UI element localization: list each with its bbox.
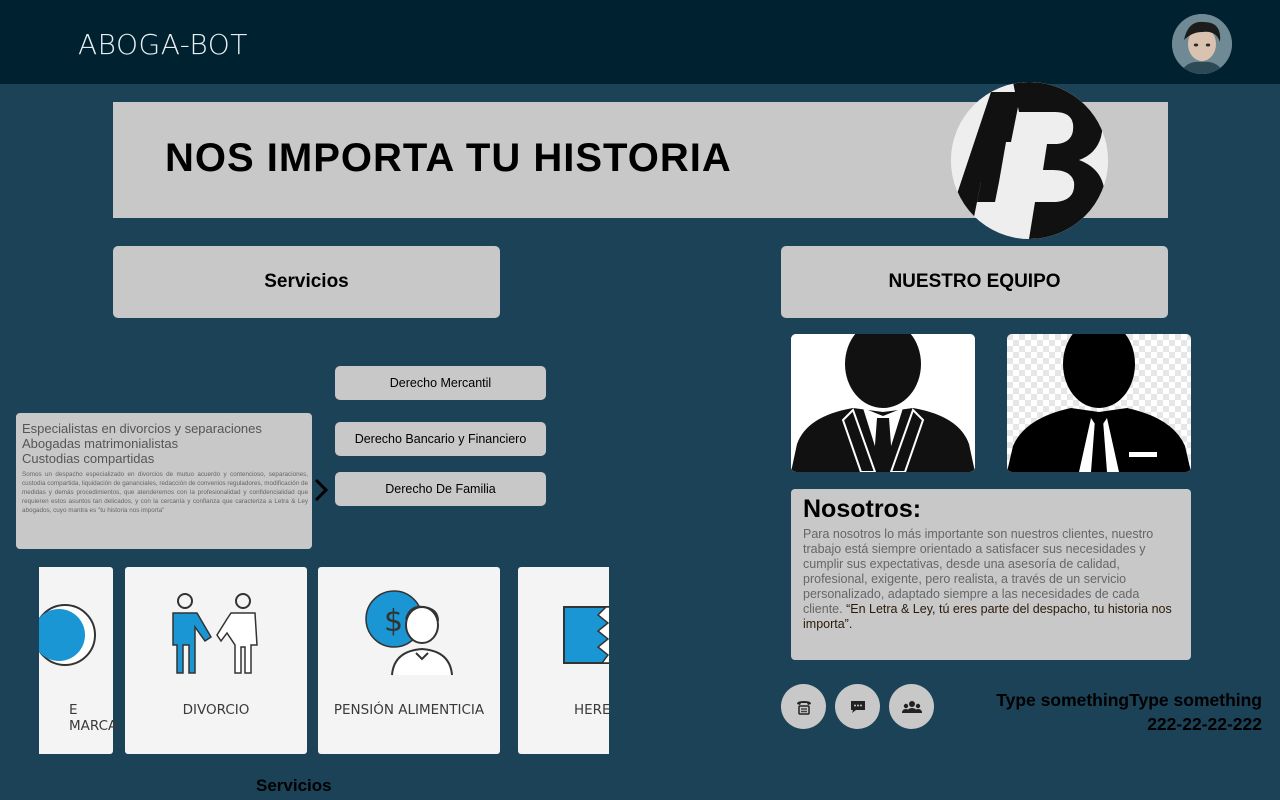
- divorce-icon: [172, 593, 258, 674]
- services-carousel[interactable]: E MARCA DIVORCIO $ PENSIÓN ALIMENTICIA H…: [39, 567, 609, 755]
- about-title: Nosotros:: [803, 495, 922, 523]
- about-quote: “En Letra & Ley, tú eres parte del despa…: [803, 602, 1172, 631]
- service-card-label: PENSIÓN ALIMENTICIA: [333, 702, 485, 718]
- service-card-herencia[interactable]: HERE: [518, 567, 609, 754]
- service-card-label: HERE: [574, 702, 609, 718]
- top-bar: ABOGA-BOT: [0, 0, 1280, 84]
- service-button-mercantil[interactable]: Derecho Mercantil: [335, 366, 546, 400]
- service-button-familia[interactable]: Derecho De Familia: [335, 472, 546, 506]
- phone-button[interactable]: [781, 684, 826, 729]
- family-law-info-card: Especialistas en divorcios y separacione…: [16, 413, 312, 549]
- chat-icon: [850, 700, 865, 713]
- info-paragraph: Somos un despacho especializado en divor…: [22, 471, 308, 514]
- about-card: Nosotros: Para nosotros lo más important…: [791, 489, 1191, 660]
- chevron-right-icon[interactable]: [313, 478, 331, 502]
- services-heading[interactable]: Servicios: [113, 246, 500, 318]
- contact-phone[interactable]: 222-22-22-222: [996, 712, 1262, 736]
- chat-button[interactable]: [835, 684, 880, 729]
- about-body: Para nosotros lo más importante son nues…: [803, 527, 1178, 632]
- inheritance-icon: [563, 606, 609, 664]
- avatar-icon: [1172, 14, 1232, 74]
- services-footer-label: Servicios: [256, 776, 332, 795]
- service-card-pension[interactable]: $ PENSIÓN ALIMENTICIA: [318, 567, 500, 754]
- ab-logo-icon: [951, 82, 1108, 239]
- svg-text:$: $: [384, 604, 403, 639]
- contact-line-1[interactable]: Type somethingType something: [996, 688, 1262, 712]
- service-card-divorcio[interactable]: DIVORCIO: [125, 567, 307, 754]
- service-card-label: DIVORCIO: [182, 702, 250, 718]
- person-silhouette-icon: [1007, 334, 1191, 472]
- trademark-icon: [39, 604, 96, 666]
- brand-title[interactable]: ABOGA-BOT: [78, 28, 248, 61]
- service-card-label: E MARCA: [69, 702, 118, 734]
- group-icon: [901, 700, 922, 713]
- team-member-2[interactable]: [1007, 334, 1191, 472]
- team-member-1[interactable]: [791, 334, 975, 472]
- alimony-icon: $: [365, 590, 453, 676]
- phone-icon: [796, 700, 811, 715]
- service-button-bancario[interactable]: Derecho Bancario y Financiero: [335, 422, 546, 456]
- team-heading[interactable]: NUESTRO EQUIPO: [781, 246, 1168, 318]
- group-button[interactable]: [889, 684, 934, 729]
- info-line: Custodias compartidas: [22, 451, 155, 466]
- hero-title: NOS IMPORTA TU HISTORIA: [165, 136, 732, 180]
- service-card-marca[interactable]: E MARCA: [39, 567, 118, 754]
- info-line: Abogadas matrimonialistas: [22, 436, 179, 451]
- person-silhouette-icon: [791, 334, 975, 472]
- info-line: Especialistas en divorcios y separacione…: [22, 421, 262, 436]
- user-avatar[interactable]: [1172, 14, 1232, 74]
- contact-info: Type somethingType something 222-22-22-2…: [996, 688, 1262, 736]
